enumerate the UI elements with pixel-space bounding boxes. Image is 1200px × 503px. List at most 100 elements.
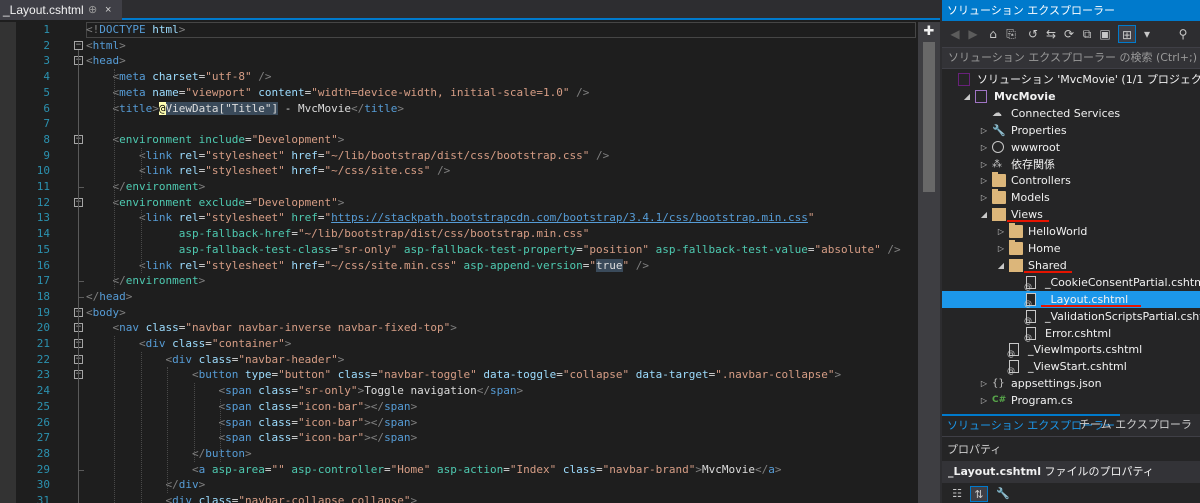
preview-icon[interactable]: ⊞ xyxy=(1118,25,1136,43)
collapse-icon[interactable]: ⟳ xyxy=(1060,25,1078,43)
collapsed-arrow-icon[interactable]: ▷ xyxy=(979,392,989,409)
sync-view-icon[interactable]: ⧉ xyxy=(1078,25,1096,43)
code-token: > xyxy=(178,23,186,36)
tree-item[interactable]: ☁ Connected Services xyxy=(942,105,1200,122)
tree-item[interactable]: _ViewImports.cshtml xyxy=(942,341,1200,362)
code-token: asp-append-version xyxy=(463,258,583,272)
back-icon[interactable]: ◀ xyxy=(946,25,964,43)
code-line: <span class="icon-bar"></span> xyxy=(86,430,417,446)
scrollbar-thumb[interactable] xyxy=(923,42,935,192)
properties-icon[interactable]: ▣ xyxy=(1096,25,1114,43)
property-pages-icon[interactable]: 🔧 xyxy=(994,486,1012,502)
categorized-icon[interactable]: ☷ xyxy=(948,486,966,502)
home-icon[interactable]: ⌂ xyxy=(984,25,1002,43)
tree-item[interactable]: _CookieConsentPartial.cshtml xyxy=(942,274,1200,295)
solution-explorer-search-input[interactable]: ソリューション エクスプローラー の検索 (Ctrl+;) xyxy=(942,47,1200,69)
tree-item[interactable]: ◢ Views xyxy=(942,206,1200,223)
collapsed-arrow-icon[interactable]: ▷ xyxy=(996,240,1006,257)
properties-object-selector[interactable]: _Layout.cshtml ファイルのプロパティ xyxy=(942,461,1200,483)
expanded-arrow-icon[interactable]: ◢ xyxy=(979,206,989,223)
code-line: <link rel="stylesheet" href="https://sta… xyxy=(86,210,815,226)
alphabetical-icon[interactable]: ⇅ xyxy=(970,486,988,502)
refresh-icon[interactable]: ⇆ xyxy=(1042,25,1060,43)
collapse-region-icon[interactable]: − xyxy=(74,40,83,50)
line-number: 1 xyxy=(43,23,50,36)
line-number: 19 xyxy=(36,305,50,319)
code-token: span xyxy=(384,415,411,429)
tree-item[interactable]: ▷ C# Program.cs xyxy=(942,392,1200,409)
tree-item[interactable]: ▷ HelloWorld xyxy=(942,223,1200,240)
collapsed-arrow-icon[interactable]: ▷ xyxy=(979,375,989,392)
tree-item[interactable]: _ViewStart.cshtml xyxy=(942,358,1200,379)
line-number: 9 xyxy=(43,148,50,162)
code-token: body xyxy=(92,305,120,319)
razor-file-icon xyxy=(1007,343,1019,362)
tree-item[interactable]: ▷ Models xyxy=(942,189,1200,206)
tree-item[interactable]: _ValidationScriptsPartial.cshtml xyxy=(942,308,1200,329)
code-line: <body> xyxy=(86,305,126,321)
pin-icon[interactable]: ⊕ xyxy=(88,0,97,20)
tree-item[interactable]: Error.cshtml xyxy=(942,325,1200,346)
editor-vertical-scrollbar[interactable]: ✚ xyxy=(918,22,940,503)
code-area[interactable]: <!DOCTYPE html> <html> <head> <meta charse… xyxy=(86,22,916,503)
tree-item[interactable]: ▷ wwwroot xyxy=(942,139,1200,156)
tree-item[interactable]: _Layout.cshtml xyxy=(942,290,1200,312)
expanded-arrow-icon[interactable]: ◢ xyxy=(996,257,1006,274)
code-token: span xyxy=(225,399,252,413)
split-window-icon[interactable]: ✚ xyxy=(920,24,938,40)
indent-guide xyxy=(140,210,142,274)
folder-icon xyxy=(1009,223,1023,239)
sync-icon[interactable]: ⎘ xyxy=(1002,25,1020,43)
collapsed-arrow-icon[interactable]: ▷ xyxy=(979,139,989,156)
code-token: name xyxy=(152,85,179,99)
document-tab-layout[interactable]: _Layout.cshtml ⊕ × xyxy=(0,0,122,20)
outline-end xyxy=(78,281,84,283)
code-token: "stylesheet" xyxy=(205,211,285,225)
code-editor[interactable]: 1 2 3 4 5 6 7 8 9 10 11 12 13 14 15 16 17 18 19 20 21 22 23 24 2… xyxy=(0,22,940,503)
tree-item-label: 依存関係 xyxy=(1011,157,1055,171)
tree-item[interactable]: ▷ 🔧 Properties xyxy=(942,122,1200,139)
code-token: rel xyxy=(178,258,199,272)
tree-item[interactable]: ▷ Home xyxy=(942,240,1200,257)
code-token: > xyxy=(516,384,524,398)
close-icon[interactable]: × xyxy=(105,0,111,20)
expanded-arrow-icon[interactable]: ◢ xyxy=(962,88,972,105)
tree-item[interactable]: ▷{} appsettings.json xyxy=(942,375,1200,392)
code-token: > xyxy=(125,289,133,303)
dropdown-icon[interactable]: ▾ xyxy=(1138,25,1156,43)
tree-item[interactable]: ▷ Controllers xyxy=(942,172,1200,189)
properties-title[interactable]: プロパティ xyxy=(942,441,1200,459)
code-token: </ xyxy=(350,101,365,115)
history-icon[interactable]: ↺ xyxy=(1024,25,1042,43)
code-token: button xyxy=(198,368,239,382)
collapsed-arrow-icon[interactable]: ▷ xyxy=(979,189,989,206)
code-token: class xyxy=(258,384,292,398)
forward-icon[interactable]: ▶ xyxy=(964,25,982,43)
tree-item[interactable]: ▷ ⁂ 依存関係 xyxy=(942,156,1200,173)
globe-icon xyxy=(992,140,1004,153)
tab-team-explorer[interactable]: チーム エクスプローラー xyxy=(1074,414,1200,453)
collapsed-arrow-icon[interactable]: ▷ xyxy=(979,156,989,173)
tree-item[interactable]: ◢ MvcMovie xyxy=(942,88,1200,105)
code-token: link xyxy=(145,148,173,162)
collapsed-arrow-icon[interactable]: ▷ xyxy=(979,122,989,139)
code-token: > xyxy=(695,462,702,476)
tree-item[interactable]: ◢ Shared xyxy=(942,257,1200,274)
code-token: span xyxy=(225,431,252,445)
collapsed-arrow-icon[interactable]: ▷ xyxy=(979,172,989,189)
tree-item[interactable]: ソリューション 'MvcMovie' (1/1 プロジェクト) xyxy=(942,71,1200,88)
code-token: class xyxy=(258,415,292,429)
code-token: link xyxy=(145,164,173,178)
collapsed-arrow-icon[interactable]: ▷ xyxy=(996,223,1006,240)
code-token: href xyxy=(291,164,318,178)
line-number: 3 xyxy=(43,54,50,68)
pin-icon[interactable]: ⚲ xyxy=(1174,25,1192,43)
solution-explorer-title[interactable]: ソリューション エクスプローラー xyxy=(942,0,1200,21)
code-token: class xyxy=(198,352,232,366)
